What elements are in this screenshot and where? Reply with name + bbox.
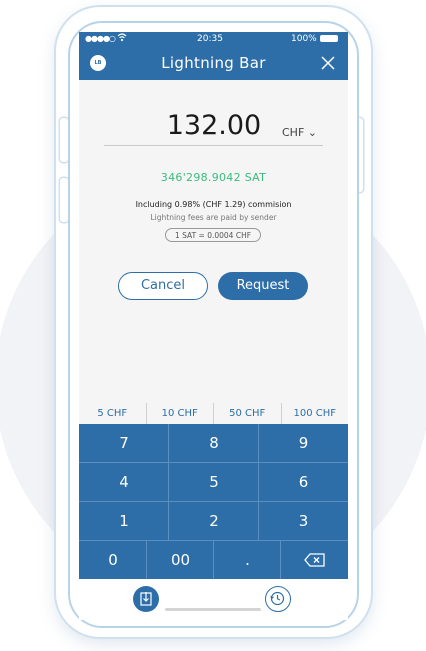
quick-amount-100[interactable]: 100 CHF: [282, 403, 349, 424]
key-3[interactable]: 3: [259, 502, 348, 540]
key-5[interactable]: 5: [169, 463, 259, 501]
home-indicator: [165, 608, 261, 611]
close-icon[interactable]: [319, 54, 337, 72]
key-2[interactable]: 2: [169, 502, 259, 540]
nav-bar: LB Lightning Bar: [79, 46, 348, 80]
status-bar: ●●●●○ 20:35 100%: [79, 32, 348, 46]
key-4[interactable]: 4: [79, 463, 169, 501]
key-9[interactable]: 9: [259, 424, 348, 462]
bottom-bar: [79, 579, 348, 620]
quick-amount-10[interactable]: 10 CHF: [147, 403, 214, 424]
battery-percent: 100%: [291, 34, 317, 44]
wifi-icon: [117, 33, 127, 45]
phone-side-button: [60, 178, 68, 222]
backspace-icon[interactable]: [281, 541, 348, 579]
cancel-button[interactable]: Cancel: [118, 272, 208, 300]
status-time: 20:35: [197, 34, 223, 44]
phone-side-button: [60, 118, 68, 162]
battery-icon: [320, 35, 338, 42]
key-decimal[interactable]: .: [214, 541, 281, 579]
key-1[interactable]: 1: [79, 502, 169, 540]
quick-amount-5[interactable]: 5 CHF: [79, 403, 147, 424]
quick-amount-50[interactable]: 50 CHF: [214, 403, 282, 424]
key-6[interactable]: 6: [259, 463, 348, 501]
app-screen: ●●●●○ 20:35 100% LB Lightning Bar 132.00…: [79, 32, 348, 579]
numeric-keypad: 7 8 9 4 5 6 1 2 3 0 00 .: [79, 424, 348, 579]
fees-note: Lightning fees are paid by sender: [150, 213, 277, 222]
download-icon[interactable]: [133, 586, 159, 612]
commission-text: Including 0.98% (CHF 1.29) commision: [135, 200, 292, 209]
quick-amount-row: 5 CHF 10 CHF 50 CHF 100 CHF: [79, 403, 348, 424]
amount-display: 132.00: [166, 110, 262, 141]
page-title: Lightning Bar: [161, 54, 266, 72]
history-icon[interactable]: [265, 586, 291, 612]
key-0[interactable]: 0: [79, 541, 147, 579]
exchange-rate-chip: 1 SAT = 0.0004 CHF: [165, 228, 261, 242]
sat-amount: 346'298.9042 SAT: [160, 171, 267, 184]
signal-icon: ●●●●○: [85, 34, 116, 43]
amount-underline: [104, 145, 323, 146]
key-00[interactable]: 00: [147, 541, 214, 579]
key-7[interactable]: 7: [79, 424, 169, 462]
request-button[interactable]: Request: [218, 272, 308, 300]
currency-select[interactable]: CHF ⌄: [282, 126, 317, 139]
key-8[interactable]: 8: [169, 424, 259, 462]
